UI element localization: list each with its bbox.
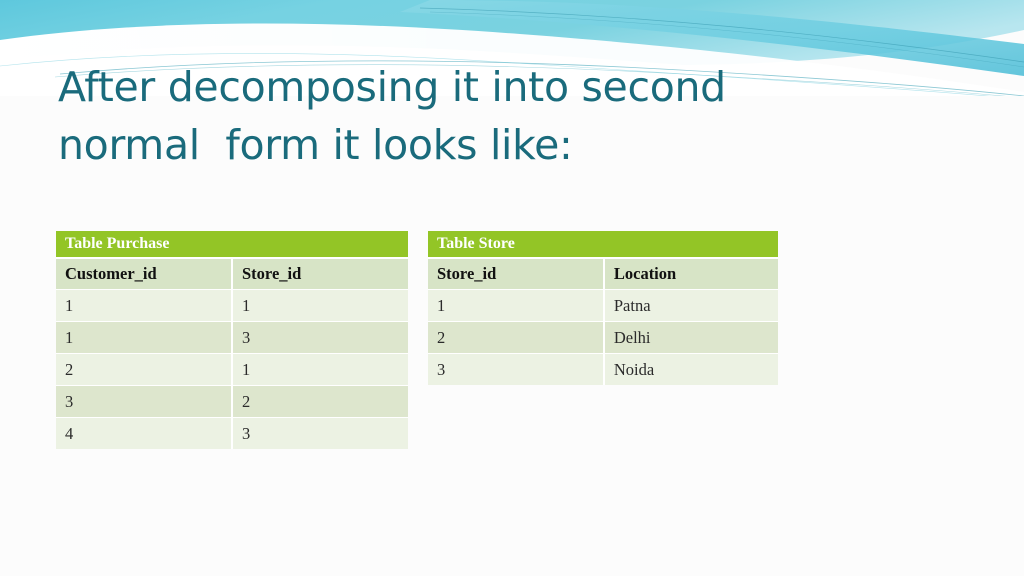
cell-store-id: 3 [428,353,605,385]
table-purchase-caption: Table Purchase [56,231,408,259]
cell-store-id: 2 [232,385,408,418]
table-row: 1 3 [56,321,408,354]
cell-store-id: 3 [232,417,408,449]
title-line-1: After decomposing it into second [58,63,726,111]
table-store-caption: Table Store [428,231,778,259]
cell-location: Patna [603,289,778,322]
table-purchase-caption-row: Table Purchase [56,231,408,259]
cell-store-id: 1 [428,289,605,322]
table-store-caption-row: Table Store [428,231,778,259]
cell-customer-id: 4 [56,417,233,449]
cell-store-id: 1 [232,353,408,386]
table-row: 3 2 [56,385,408,418]
table-store: Table Store Store_id Location 1 Patna 2 … [428,231,778,385]
cell-customer-id: 1 [56,321,233,354]
cell-customer-id: 2 [56,353,233,386]
table-purchase-col-1: Store_id [232,258,408,290]
table-store-col-1: Location [603,258,778,290]
table-store-header-row: Store_id Location [428,258,778,290]
table-purchase-col-0: Customer_id [56,258,233,290]
cell-location: Delhi [603,321,778,354]
table-row: 2 1 [56,353,408,386]
cell-store-id: 2 [428,321,605,354]
cell-store-id: 1 [232,289,408,322]
title-line-2: normal form it looks like: [58,121,573,169]
slide-canvas: After decomposing it into second normal … [0,0,1024,576]
table-purchase: Table Purchase Customer_id Store_id 1 1 … [56,231,408,449]
cell-customer-id: 3 [56,385,233,418]
cell-customer-id: 1 [56,289,233,322]
slide-title: After decomposing it into second normal … [58,58,818,174]
table-purchase-header-row: Customer_id Store_id [56,258,408,290]
table-store-col-0: Store_id [428,258,605,290]
table-row: 3 Noida [428,353,778,385]
cell-store-id: 3 [232,321,408,354]
table-row: 4 3 [56,417,408,449]
table-row: 1 1 [56,289,408,322]
table-row: 1 Patna [428,289,778,322]
table-row: 2 Delhi [428,321,778,354]
cell-location: Noida [603,353,778,385]
